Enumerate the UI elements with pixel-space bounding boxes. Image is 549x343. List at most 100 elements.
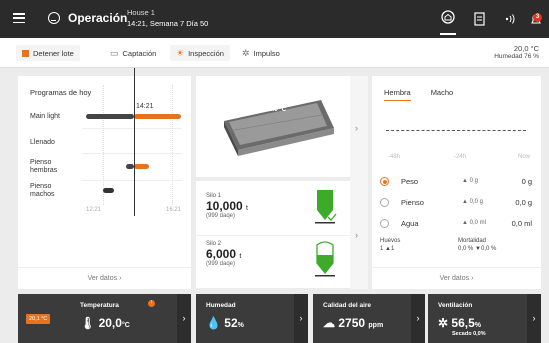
mortality-block[interactable]: Mortalidad 0,0 % ▼0,0 % — [458, 238, 496, 252]
silo-2[interactable]: Silo 2 6,000 t (999 daqe) — [206, 241, 241, 267]
house-name: House 1 — [127, 8, 155, 17]
eggs-label: Huevos — [380, 238, 401, 244]
grid-line — [103, 85, 104, 205]
radio-pienso[interactable] — [380, 197, 389, 207]
stop-batch-label: Detener lote — [33, 48, 74, 58]
metric-row-peso[interactable]: Peso ▲ 0 g 0 g — [380, 172, 536, 190]
axis-label-24h: -24h — [454, 154, 467, 160]
ventilation-tile[interactable]: Ventilación ✲ 56,5% Secado 0,0% › — [428, 294, 541, 343]
climate-readout: 20,0 °C Humedad 76 % — [494, 44, 539, 60]
chevron-right-icon[interactable]: › — [355, 123, 358, 133]
temperature-setpoint: 20,1 °C — [26, 314, 51, 324]
metric-delta: ▲ 0 g — [462, 178, 478, 184]
silo-1-icon — [315, 190, 337, 224]
metric-value: 0 g — [521, 176, 532, 186]
air-quality-tile[interactable]: Calidad del aire ☁ 2750 ppm › — [313, 294, 425, 343]
inspeccion-label: Inspección — [188, 48, 224, 58]
page-title: Operación — [68, 11, 128, 25]
truck-icon: ▭ — [110, 47, 119, 58]
metric-row-agua[interactable]: Agua ▲ 0,0 ml 0,0 ml — [380, 214, 536, 232]
chevron-right-icon[interactable]: › — [527, 294, 541, 343]
radio-peso[interactable] — [380, 176, 389, 186]
grid-line — [172, 85, 173, 205]
bulb-icon: ☀ — [176, 47, 185, 58]
programs-footer: Ver datos › — [18, 267, 191, 289]
silo-1[interactable]: Silo 1 10,000 t (999 daqe) — [206, 193, 248, 219]
humidity-value: 💧 52% — [206, 316, 244, 330]
temperature-tile[interactable]: Temperatura ! 20,1 °C 🌡 20,0°C › — [18, 294, 191, 343]
tab-macho[interactable]: Macho — [431, 88, 454, 101]
program-llenado: Llenado — [30, 139, 55, 146]
silo-2-amount: 6,000 t — [206, 247, 242, 261]
warning-icon: ! — [148, 300, 155, 307]
stop-batch-button[interactable]: Detener lote — [16, 45, 80, 61]
house-humidity: Humedad 76 % — [494, 53, 539, 60]
humidity-tile[interactable]: Humedad 💧 52% › — [196, 294, 308, 343]
notifications-bell-icon[interactable]: 3 — [528, 11, 544, 27]
programs-card: Programas de hoy Main light Llenado Pien… — [18, 76, 191, 289]
house-view-card[interactable]: 20.0 °C — [196, 76, 350, 177]
house-illustration — [224, 100, 334, 156]
grid-line — [82, 153, 182, 154]
current-time-line — [134, 68, 135, 216]
programs-title: Programas de hoy — [30, 88, 92, 97]
ventilation-drying: Secado 0,0% — [452, 331, 486, 337]
grid-line — [82, 180, 182, 181]
metric-delta: ▲ 0,0 g — [462, 199, 483, 205]
chevron-right-icon[interactable]: › — [355, 230, 358, 240]
silo-2-days: (999 daqe) — [206, 261, 236, 267]
main-light-future-bar — [134, 114, 181, 119]
metric-delta: ▲ 0,0 ml — [462, 220, 486, 226]
impulso-button[interactable]: ✲ Impulso — [236, 45, 286, 61]
metric-label: Agua — [401, 218, 419, 228]
tab-hembra[interactable]: Hembra — [384, 88, 411, 101]
chevron-right-icon[interactable]: › — [411, 294, 425, 343]
weights-view-data-link[interactable]: Ver datos › — [372, 267, 541, 289]
mortality-label: Mortalidad — [458, 238, 487, 244]
program-main-light: Main light — [30, 113, 60, 120]
nav-signal-icon[interactable] — [502, 11, 518, 27]
menu-icon[interactable] — [13, 13, 25, 24]
metric-label: Pienso — [401, 197, 424, 207]
humidity-label: Humedad — [206, 302, 236, 309]
axis-label-48h: -48h — [388, 154, 401, 160]
silo-1-days: (999 daqe) — [206, 213, 236, 219]
axis-start-label: 12:21 — [86, 207, 102, 213]
program-pienso-machos: Pienso machos — [30, 183, 55, 198]
captacion-label: Captación — [122, 48, 157, 58]
expand-column[interactable]: › › — [350, 76, 368, 289]
action-bar: Detener lote ▭ Captación ☀ Inspección ✲ … — [0, 38, 549, 68]
pienso-hembras-future-bar — [134, 164, 149, 169]
programs-view-data-link[interactable]: Ver datos › — [18, 267, 191, 289]
weight-trend-line — [386, 130, 526, 131]
eggs-block[interactable]: Huevos 1 ▲1 — [380, 238, 400, 252]
radio-agua[interactable] — [380, 218, 389, 228]
air-quality-value: ☁ 2750 ppm — [323, 316, 384, 330]
silo-2-icon — [315, 241, 335, 277]
top-bar: Operación House 1 14:21, Semana 7 Día 50… — [0, 0, 549, 38]
program-pienso-hembras: Pienso hembras — [30, 159, 58, 174]
nav-report-icon[interactable] — [472, 11, 488, 27]
house-icon — [48, 12, 60, 24]
temperature-label: Temperatura — [80, 302, 119, 309]
ventilation-label: Ventilación — [438, 302, 473, 309]
house-datetime: 14:21, Semana 7 Día 50 — [127, 19, 209, 28]
nav-house-icon[interactable] — [440, 9, 456, 35]
chevron-right-icon[interactable]: › — [177, 294, 191, 343]
stop-icon — [22, 49, 29, 57]
notification-badge: 3 — [533, 13, 542, 22]
inspeccion-button[interactable]: ☀ Inspección — [170, 45, 230, 61]
metric-row-pienso[interactable]: Pienso ▲ 0,0 g 0,0 g — [380, 193, 536, 211]
metric-value: 0,0 ml — [511, 218, 532, 228]
axis-end-label: 16:21 — [166, 207, 182, 213]
impulso-label: Impulso — [253, 48, 280, 58]
pienso-machos-bar — [103, 188, 114, 193]
axis-label-now: Now — [518, 154, 531, 160]
chevron-right-icon[interactable]: › — [294, 294, 308, 343]
temperature-value: 🌡 20,0°C — [80, 316, 130, 330]
house-temp-label: 20.0 °C — [266, 107, 287, 113]
silo-divider — [196, 235, 350, 236]
captacion-button[interactable]: ▭ Captación — [104, 45, 162, 61]
ventilation-value: ✲ 56,5% — [438, 316, 481, 330]
current-time-label: 14:21 — [136, 103, 154, 110]
